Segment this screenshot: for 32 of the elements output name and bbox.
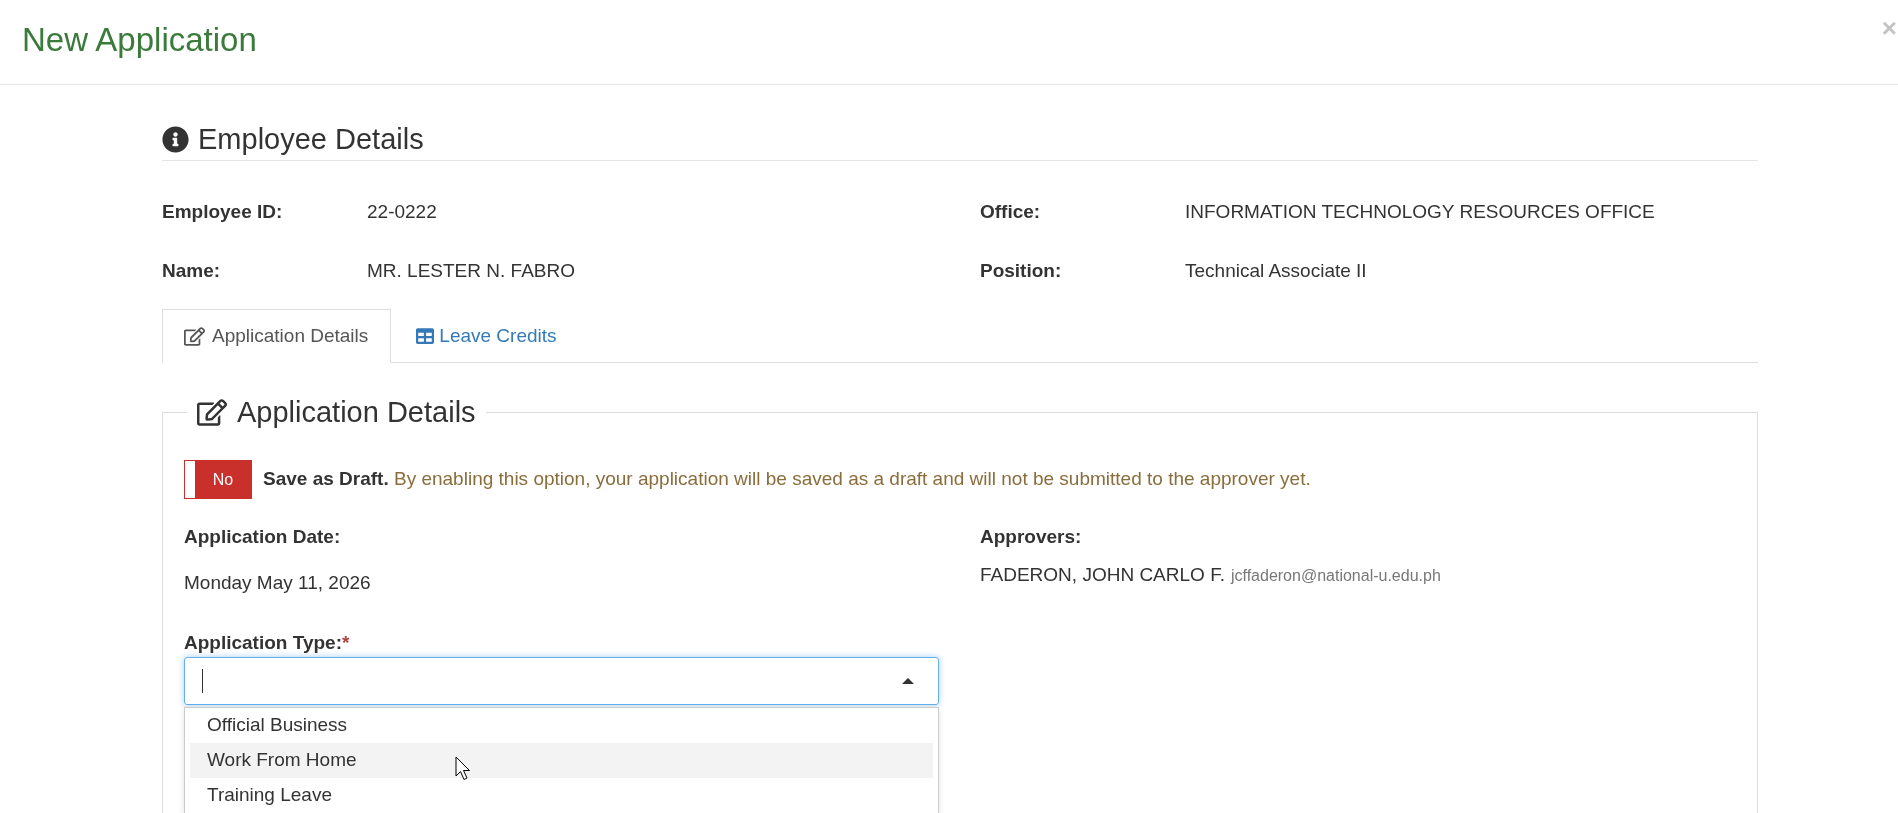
field-value: 22-0222 [367,200,437,225]
field-label: Employee ID: [162,200,284,225]
field-label: Application Type: [184,632,342,653]
field-label: Approvers: [980,526,1083,548]
field-value: INFORMATION TECHNOLOGY RESOURCES OFFICE [1185,200,1655,225]
field-label: Position: [980,259,1063,284]
dropdown-option[interactable]: Training Leave [190,778,933,813]
section-heading: Application Details [237,396,476,428]
modal-title: New Application [22,21,257,59]
dropdown-option[interactable]: Work From Home [190,743,933,778]
field-value: Technical Associate II [1185,259,1367,284]
approver-email: jcffaderon@national-u.edu.ph [1230,566,1441,586]
field-value: MR. LESTER N. FABRO [367,259,575,284]
field-label: Office: [980,200,1042,225]
dropdown-option[interactable]: Official Business [190,708,933,743]
tab[interactable]: Leave Credits [394,309,580,363]
field-value: Monday May 11, 2026 [184,572,372,594]
table-icon [416,327,435,345]
draft-description: Save as Draft. By enabling this option, your application will be saved as a draft and will not be submitted to the approver yet. [263,467,1311,492]
info-icon [162,125,189,153]
tab[interactable]: Application Details [162,309,392,363]
section-heading: Employee Details [198,123,424,155]
approver-name: FADERON, JOHN CARLO F. [980,564,1225,586]
field-label: Name: [162,259,222,284]
required-mark: * [342,632,350,653]
mouse-pointer-icon [455,756,471,781]
edit-icon [184,326,205,346]
select-field[interactable] [184,657,939,705]
edit-icon [197,398,227,426]
text-cursor-icon [202,669,203,693]
toggle-switch[interactable]: No [184,460,252,499]
field-label: Application Date: [184,526,342,548]
